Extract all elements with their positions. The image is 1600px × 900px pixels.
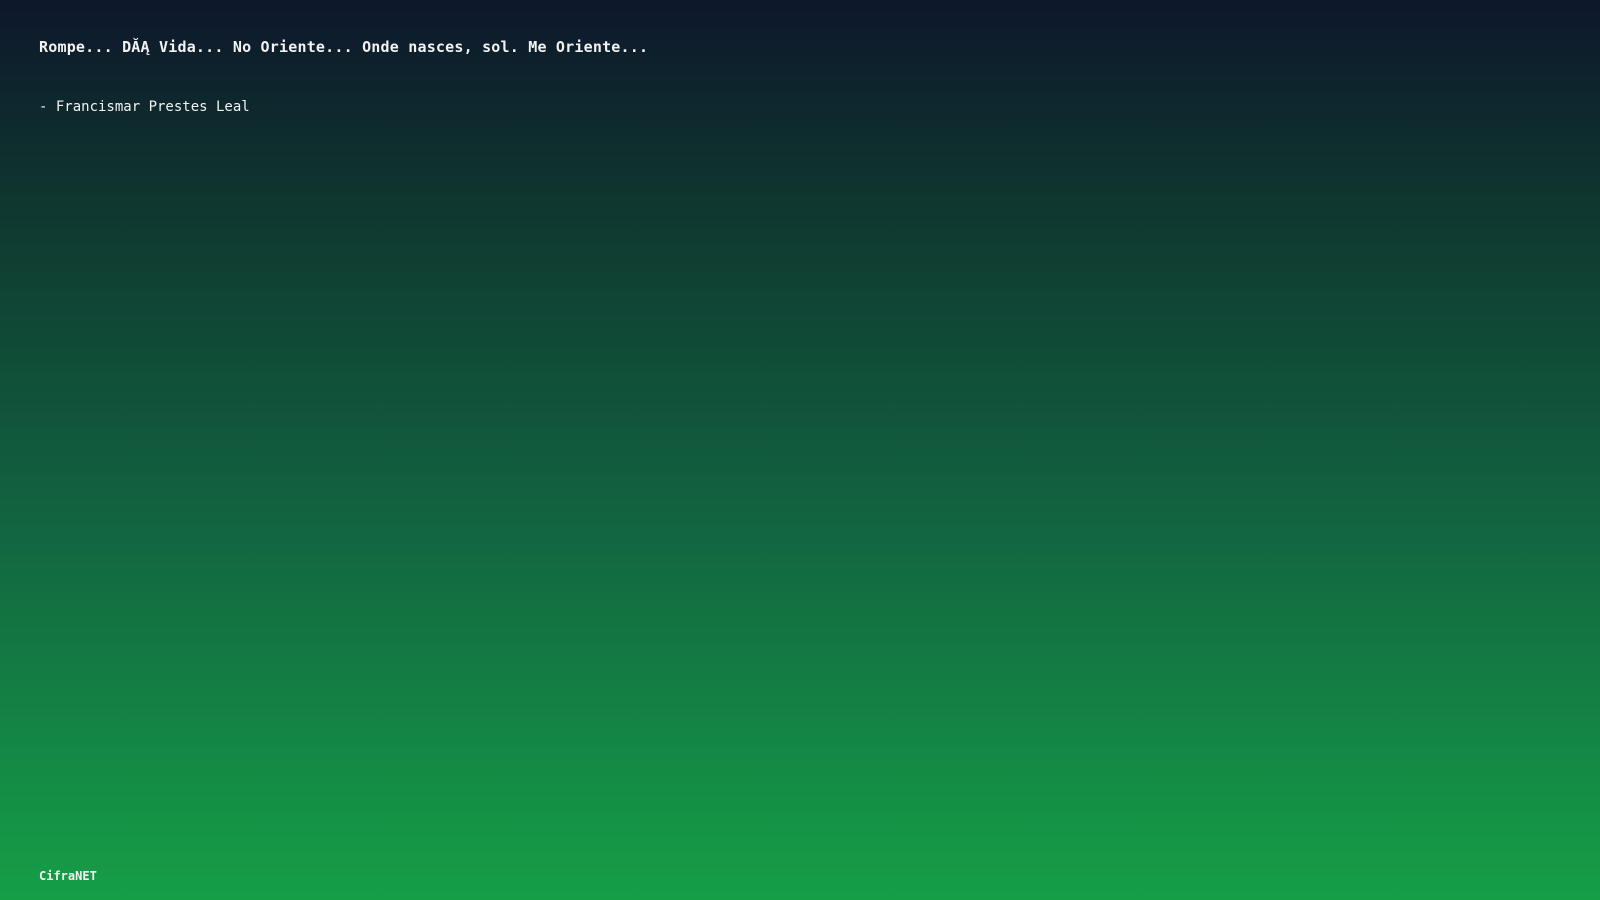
brand-label: CifraNET — [39, 869, 97, 883]
quote-text: Rompe... DĂĄ Vida... No Oriente... Onde … — [39, 38, 649, 56]
quote-author: - Francismar Prestes Leal — [39, 99, 250, 115]
